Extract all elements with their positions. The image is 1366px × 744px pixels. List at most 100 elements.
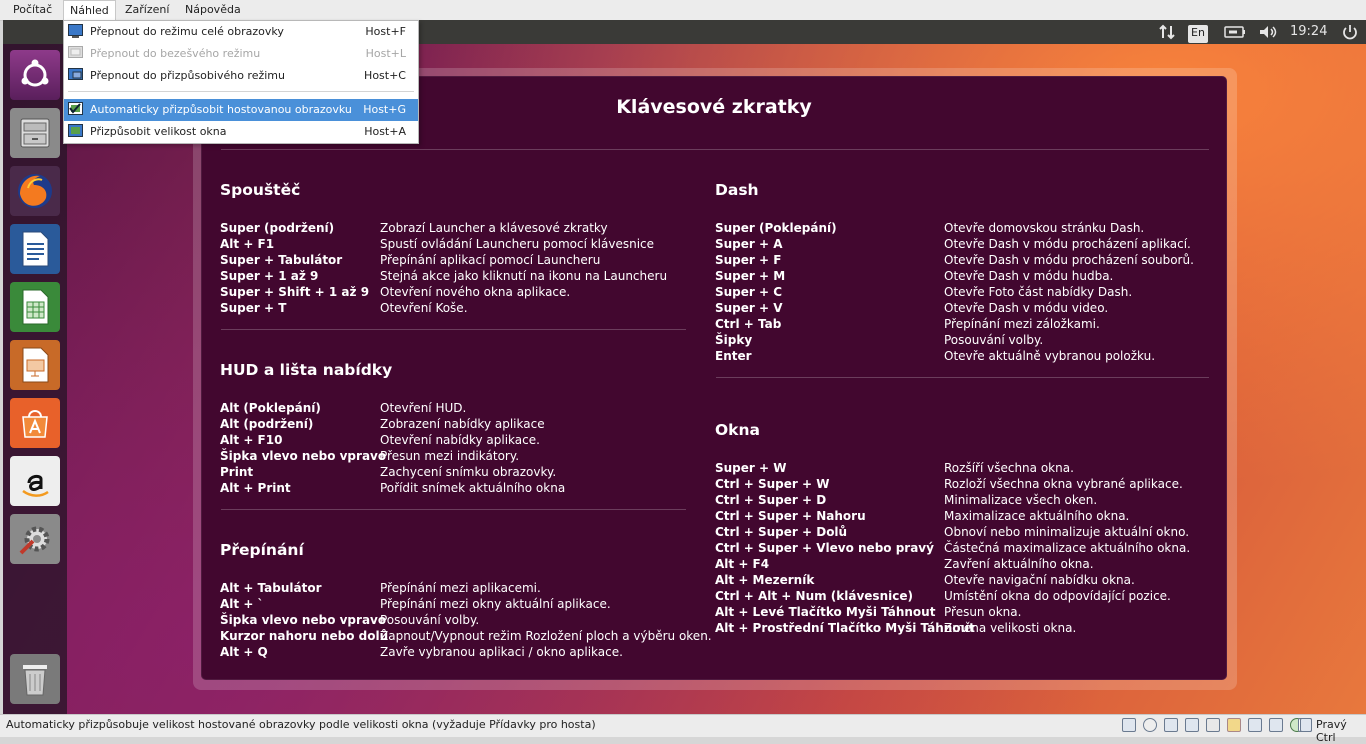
checked-icon bbox=[68, 102, 83, 116]
audio-icon[interactable] bbox=[1164, 718, 1178, 732]
optical-drive-icon[interactable] bbox=[1143, 718, 1157, 732]
clock[interactable]: 19:24 bbox=[1290, 20, 1327, 44]
shortcut-key: Super (podržení) bbox=[220, 221, 335, 235]
menu-item-label: Přepnout do režimu celé obrazovky bbox=[90, 25, 284, 38]
shortcut-key: Alt + F1 bbox=[220, 237, 275, 251]
shortcut-description: Otevření Koše. bbox=[380, 301, 468, 315]
shortcut-key: Alt + Tabulátor bbox=[220, 581, 322, 595]
shortcut-key: Ctrl + Super + Dolů bbox=[715, 525, 848, 539]
section-windows-title: Okna bbox=[715, 421, 760, 439]
shortcut-description: Zavření aktuálního okna. bbox=[944, 557, 1094, 571]
host-key-label: Pravý Ctrl bbox=[1316, 718, 1347, 744]
shortcut-key: Print bbox=[220, 465, 254, 479]
shortcut-key: Alt + Levé Tlačítko Myši Táhnout bbox=[715, 605, 936, 619]
shortcut-description: Otevře Dash v módu video. bbox=[944, 301, 1109, 315]
keyboard-layout-indicator[interactable]: En bbox=[1188, 25, 1208, 43]
section-dash-title: Dash bbox=[715, 181, 759, 199]
shortcut-key: Super + M bbox=[715, 269, 786, 283]
hard-disk-icon[interactable] bbox=[1122, 718, 1136, 732]
system-settings-icon[interactable] bbox=[10, 514, 60, 564]
display-icon[interactable] bbox=[1248, 718, 1262, 732]
menu-separator bbox=[68, 91, 414, 92]
libreoffice-impress-icon[interactable] bbox=[10, 340, 60, 390]
shortcut-key: Super + A bbox=[715, 237, 783, 251]
menu-pocitac[interactable]: Počítač bbox=[7, 0, 58, 20]
volume-icon[interactable] bbox=[1257, 20, 1279, 44]
menu-napoveda[interactable]: Nápověda bbox=[179, 0, 247, 20]
menu-item-scaled[interactable]: Přepnout do přizpůsobivého režimu Host+C bbox=[64, 65, 418, 87]
shortcut-description: Přepínání mezi aplikacemi. bbox=[380, 581, 541, 595]
shortcut-key: Super + C bbox=[715, 285, 783, 299]
shortcut-key: Super (Poklepání) bbox=[715, 221, 837, 235]
shortcut-description: Přesun mezi indikátory. bbox=[380, 449, 520, 463]
shortcut-description: Rozloží všechna okna vybrané aplikace. bbox=[944, 477, 1183, 491]
menu-item-shortcut: Host+G bbox=[363, 103, 406, 116]
divider bbox=[221, 329, 686, 330]
libreoffice-writer-icon[interactable] bbox=[10, 224, 60, 274]
shortcut-key: Alt + ` bbox=[220, 597, 264, 611]
shortcut-description: Zapnout/Vypnout režim Rozložení ploch a … bbox=[380, 629, 712, 643]
shortcut-key: Alt + Prostřední Tlačítko Myši Táhnout bbox=[715, 621, 975, 635]
video-capture-icon[interactable] bbox=[1269, 718, 1283, 732]
menu-item-shortcut: Host+A bbox=[364, 125, 406, 138]
network-icon[interactable] bbox=[1185, 718, 1199, 732]
menu-item-shortcut: Host+L bbox=[365, 47, 406, 60]
view-menu-dropdown: Přepnout do režimu celé obrazovky Host+F… bbox=[63, 20, 419, 144]
shortcut-key: Enter bbox=[715, 349, 752, 363]
shortcut-key: Ctrl + Alt + Num (klávesnice) bbox=[715, 589, 913, 603]
shortcut-description: Otevře Foto část nabídky Dash. bbox=[944, 285, 1133, 299]
shortcut-description: Maximalizace aktuálního okna. bbox=[944, 509, 1130, 523]
shortcut-key: Šipky bbox=[715, 333, 753, 347]
menu-zarizeni[interactable]: Zařízení bbox=[119, 0, 175, 20]
shortcut-key: Super + V bbox=[715, 301, 783, 315]
network-transfer-icon[interactable] bbox=[1158, 20, 1176, 44]
menu-item-adjust-window[interactable]: Přizpůsobit velikost okna Host+A bbox=[64, 121, 418, 143]
usb-icon[interactable] bbox=[1206, 718, 1220, 732]
keyboard-capture-icon[interactable] bbox=[1300, 718, 1312, 732]
files-icon[interactable] bbox=[10, 108, 60, 158]
shortcut-description: Posouvání volby. bbox=[380, 613, 480, 627]
battery-icon[interactable] bbox=[1223, 20, 1247, 44]
shortcut-key: Alt + Mezerník bbox=[715, 573, 815, 587]
shortcut-key: Alt (podržení) bbox=[220, 417, 314, 431]
menu-item-auto-resize[interactable]: Automaticky přizpůsobit hostovanou obraz… bbox=[64, 99, 418, 121]
seamless-mode-icon bbox=[68, 46, 83, 60]
shared-folders-icon[interactable] bbox=[1227, 718, 1241, 732]
shortcut-description: Změna velikosti okna. bbox=[944, 621, 1077, 635]
trash-icon[interactable] bbox=[10, 654, 60, 704]
shortcut-key: Super + T bbox=[220, 301, 287, 315]
menu-item-shortcut: Host+F bbox=[365, 25, 406, 38]
menu-item-fullscreen[interactable]: Přepnout do režimu celé obrazovky Host+F bbox=[64, 21, 418, 43]
shortcut-description: Přepínání aplikací pomocí Launcheru bbox=[380, 253, 601, 267]
shortcut-description: Stejná akce jako kliknutí na ikonu na La… bbox=[380, 269, 668, 283]
libreoffice-calc-icon[interactable] bbox=[10, 282, 60, 332]
shortcut-key: Alt + Print bbox=[220, 481, 291, 495]
ubuntu-dash-icon[interactable] bbox=[10, 50, 60, 100]
shortcut-description: Otevření nového okna aplikace. bbox=[380, 285, 571, 299]
shortcut-key: Alt + Q bbox=[220, 645, 268, 659]
shortcut-description: Umístění okna do odpovídající pozice. bbox=[944, 589, 1171, 603]
title-divider bbox=[221, 149, 1209, 150]
menu-nahled[interactable]: Náhled bbox=[63, 0, 116, 21]
software-center-icon[interactable] bbox=[10, 398, 60, 448]
shortcut-description: Otevře domovskou stránku Dash. bbox=[944, 221, 1145, 235]
amazon-icon[interactable] bbox=[10, 456, 60, 506]
shortcut-key: Šipka vlevo nebo vpravo bbox=[220, 613, 387, 627]
shortcuts-overlay: Klávesové zkratky Spouštěč Super (podrže… bbox=[193, 68, 1237, 690]
shortcut-key: Super + 1 až 9 bbox=[220, 269, 319, 283]
firefox-icon[interactable] bbox=[10, 166, 60, 216]
shortcut-key: Kurzor nahoru nebo dolů bbox=[220, 629, 389, 643]
host-menubar: Počítač Náhled Zařízení Nápověda bbox=[0, 0, 1366, 21]
menu-item-seamless[interactable]: Přepnout do bezešvého režimu Host+L bbox=[64, 43, 418, 65]
power-icon[interactable] bbox=[1341, 20, 1359, 44]
shortcut-key: Super + Shift + 1 až 9 bbox=[220, 285, 370, 299]
divider bbox=[221, 509, 686, 510]
fullscreen-mode-icon bbox=[68, 24, 83, 38]
shortcut-description: Zobrazení nabídky aplikace bbox=[380, 417, 545, 431]
shortcut-key: Alt (Poklepání) bbox=[220, 401, 321, 415]
shortcut-key: Alt + F4 bbox=[715, 557, 770, 571]
shortcut-description: Obnoví nebo minimalizuje aktuální okno. bbox=[944, 525, 1190, 539]
shortcut-description: Přepínání mezi záložkami. bbox=[944, 317, 1100, 331]
adjust-window-icon bbox=[68, 124, 83, 138]
section-hud-title: HUD a lišta nabídky bbox=[220, 361, 393, 379]
